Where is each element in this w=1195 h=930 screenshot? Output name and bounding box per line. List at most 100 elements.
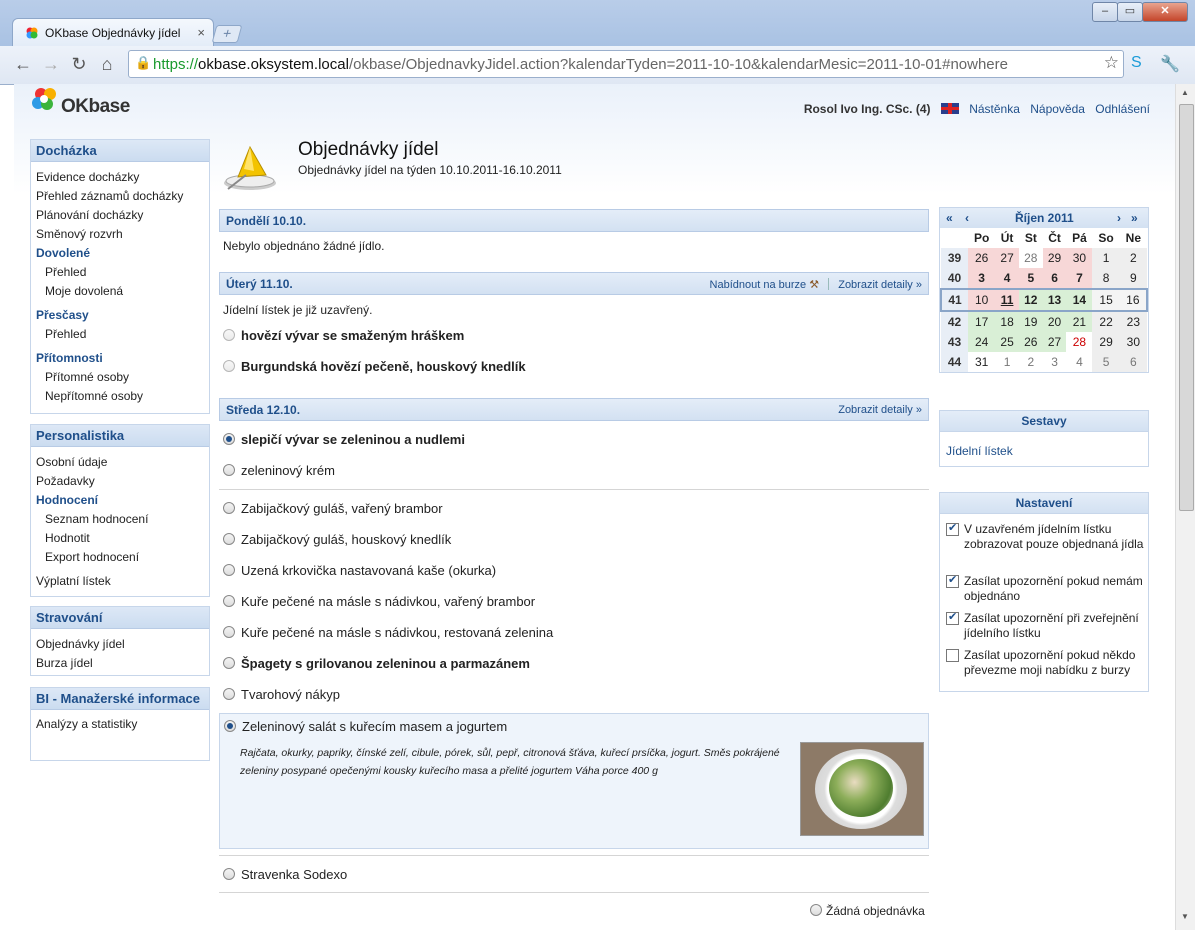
sidebar-item-osobni-udaje[interactable]: Osobní údaje: [31, 453, 209, 472]
calendar-day[interactable]: 30: [1066, 248, 1093, 268]
maximize-button[interactable]: ▭: [1117, 2, 1143, 22]
reload-icon[interactable]: ↻: [68, 54, 90, 75]
meal-option[interactable]: Stravenka Sodexo: [223, 867, 347, 882]
new-tab-button[interactable]: +: [211, 25, 243, 43]
radio-icon[interactable]: [223, 564, 235, 576]
sidebar-item-nepritomne[interactable]: Nepřítomné osoby: [31, 387, 209, 406]
calendar-day[interactable]: 26: [968, 248, 996, 268]
sidebar-item-dovolene-prehled[interactable]: Přehled: [31, 263, 209, 282]
offer-on-exchange-link[interactable]: Nabídnout na burze: [710, 279, 807, 291]
calendar-day[interactable]: 2: [1018, 352, 1043, 372]
calendar-day[interactable]: 15: [1092, 288, 1120, 312]
calendar-day[interactable]: 2: [1119, 248, 1147, 268]
radio-icon[interactable]: [223, 868, 235, 880]
meal-option[interactable]: Kuře pečené na másle s nádivkou, restova…: [223, 625, 553, 640]
week-number[interactable]: 43: [941, 332, 968, 352]
report-link-jidelni-listek[interactable]: Jídelní lístek: [946, 444, 1013, 458]
calendar-day-holiday[interactable]: 28: [1066, 332, 1093, 352]
calendar-day[interactable]: 14: [1066, 288, 1093, 312]
sidebar-item-vyplatni-listek[interactable]: Výplatní lístek: [31, 572, 209, 591]
prev-month-icon[interactable]: ‹: [965, 211, 969, 225]
no-order-option[interactable]: Žádná objednávka: [810, 904, 925, 918]
meal-option[interactable]: Špagety s grilovanou zeleninou a parmazá…: [223, 656, 530, 671]
radio-icon[interactable]: [223, 657, 235, 669]
skype-extension-icon[interactable]: S: [1131, 54, 1142, 72]
radio-icon[interactable]: [224, 720, 236, 732]
sidebar-item-burza-jidel[interactable]: Burza jídel: [31, 654, 209, 673]
meal-option[interactable]: Zabijačkový guláš, vařený brambor: [223, 501, 443, 516]
calendar-day[interactable]: 6: [1119, 352, 1147, 372]
calendar-day[interactable]: 5: [1018, 268, 1043, 289]
sidebar-item-prescasy-prehled[interactable]: Přehled: [31, 325, 209, 344]
sidebar-item-moje-dovolena[interactable]: Moje dovolená: [31, 282, 209, 301]
back-arrow-icon[interactable]: ←: [12, 54, 34, 75]
calendar-day[interactable]: 3: [1042, 352, 1067, 372]
meal-option[interactable]: Kuře pečené na másle s nádivkou, vařený …: [223, 594, 535, 609]
sidebar-item-export-hodnoceni[interactable]: Export hodnocení: [31, 548, 209, 567]
calendar-day[interactable]: 4: [995, 268, 1019, 289]
radio-icon[interactable]: [223, 464, 235, 476]
forward-arrow-icon[interactable]: →: [40, 54, 62, 75]
calendar-day[interactable]: 6: [1042, 268, 1067, 289]
calendar-day[interactable]: 8: [1092, 268, 1120, 289]
calendar-day[interactable]: 13: [1042, 288, 1067, 312]
calendar-day[interactable]: 28: [1018, 248, 1043, 268]
calendar-day[interactable]: 4: [1066, 352, 1093, 372]
radio-icon[interactable]: [223, 360, 235, 372]
soup-option[interactable]: zeleninový krém: [223, 463, 335, 478]
sidebar-item-prehled-zaznamu[interactable]: Přehled záznamů docházky: [31, 187, 209, 206]
setting-checkbox[interactable]: [946, 610, 959, 625]
sidebar-item-seznam-hodnoceni[interactable]: Seznam hodnocení: [31, 510, 209, 529]
calendar-day[interactable]: 9: [1119, 268, 1147, 289]
show-details-link[interactable]: Zobrazit detaily: [838, 279, 913, 291]
calendar-day[interactable]: 7: [1066, 268, 1093, 289]
meal-option[interactable]: Tvarohový nákyp: [223, 687, 340, 702]
sidebar-section-pritomnosti[interactable]: Přítomnosti: [31, 349, 209, 368]
calendar-day[interactable]: 24: [968, 332, 996, 352]
week-number[interactable]: 44: [941, 352, 968, 372]
scroll-up-icon[interactable]: ▲: [1181, 88, 1189, 97]
chevron-down-icon[interactable]: »: [916, 279, 922, 291]
radio-icon[interactable]: [810, 904, 822, 916]
next-year-icon[interactable]: »: [1131, 211, 1138, 225]
meal-option[interactable]: Zabijačkový guláš, houskový knedlík: [223, 532, 451, 547]
calendar-day[interactable]: 26: [1018, 332, 1043, 352]
scrollbar-thumb[interactable]: [1179, 104, 1194, 511]
sidebar-item-planovani[interactable]: Plánování docházky: [31, 206, 209, 225]
calendar-day[interactable]: 12: [1018, 288, 1043, 312]
sidebar-item-analyzy[interactable]: Analýzy a statistiky: [31, 715, 209, 734]
calendar-day[interactable]: 27: [995, 248, 1019, 268]
calendar-day[interactable]: 27: [1042, 332, 1067, 352]
gavel-icon[interactable]: ⚒: [809, 279, 819, 291]
sidebar-section-dovolene[interactable]: Dovolené: [31, 244, 209, 263]
home-icon[interactable]: ⌂: [96, 54, 118, 75]
calendar-day[interactable]: 3: [968, 268, 996, 289]
calendar-day[interactable]: 18: [995, 311, 1019, 332]
sidebar-section-prescasy[interactable]: Přesčasy: [31, 306, 209, 325]
meal-option[interactable]: hovězí vývar se smaženým hráškem: [223, 328, 464, 343]
calendar-day[interactable]: 25: [995, 332, 1019, 352]
radio-icon[interactable]: [223, 329, 235, 341]
sidebar-item-hodnotit[interactable]: Hodnotit: [31, 529, 209, 548]
calendar-day[interactable]: 17: [968, 311, 996, 332]
sidebar-section-hodnoceni[interactable]: Hodnocení: [31, 491, 209, 510]
setting-checkbox[interactable]: [946, 649, 959, 662]
vertical-scrollbar[interactable]: ▲ ▼: [1175, 84, 1195, 930]
link-odhlaseni[interactable]: Odhlášení: [1095, 102, 1150, 116]
browser-tab[interactable]: OKbase Objednávky jídel ×: [12, 18, 214, 47]
sidebar-item-smenovy-rozvrh[interactable]: Směnový rozvrh: [31, 225, 209, 244]
meal-option[interactable]: Zeleninový salát s kuřecím masem a jogur…: [224, 719, 507, 734]
radio-icon[interactable]: [223, 433, 235, 445]
radio-icon[interactable]: [223, 688, 235, 700]
scroll-down-icon[interactable]: ▼: [1181, 912, 1189, 921]
week-number[interactable]: 40: [941, 268, 968, 289]
calendar-day[interactable]: 31: [968, 352, 996, 372]
sidebar-item-objednavky-jidel[interactable]: Objednávky jídel: [31, 635, 209, 654]
radio-icon[interactable]: [223, 626, 235, 638]
calendar-day[interactable]: 20: [1042, 311, 1067, 332]
close-window-button[interactable]: ✕: [1142, 2, 1188, 22]
calendar-day[interactable]: 19: [1018, 311, 1043, 332]
calendar-day-today[interactable]: 11: [995, 288, 1019, 312]
calendar-day[interactable]: 1: [1092, 248, 1120, 268]
calendar-day[interactable]: 29: [1042, 248, 1067, 268]
